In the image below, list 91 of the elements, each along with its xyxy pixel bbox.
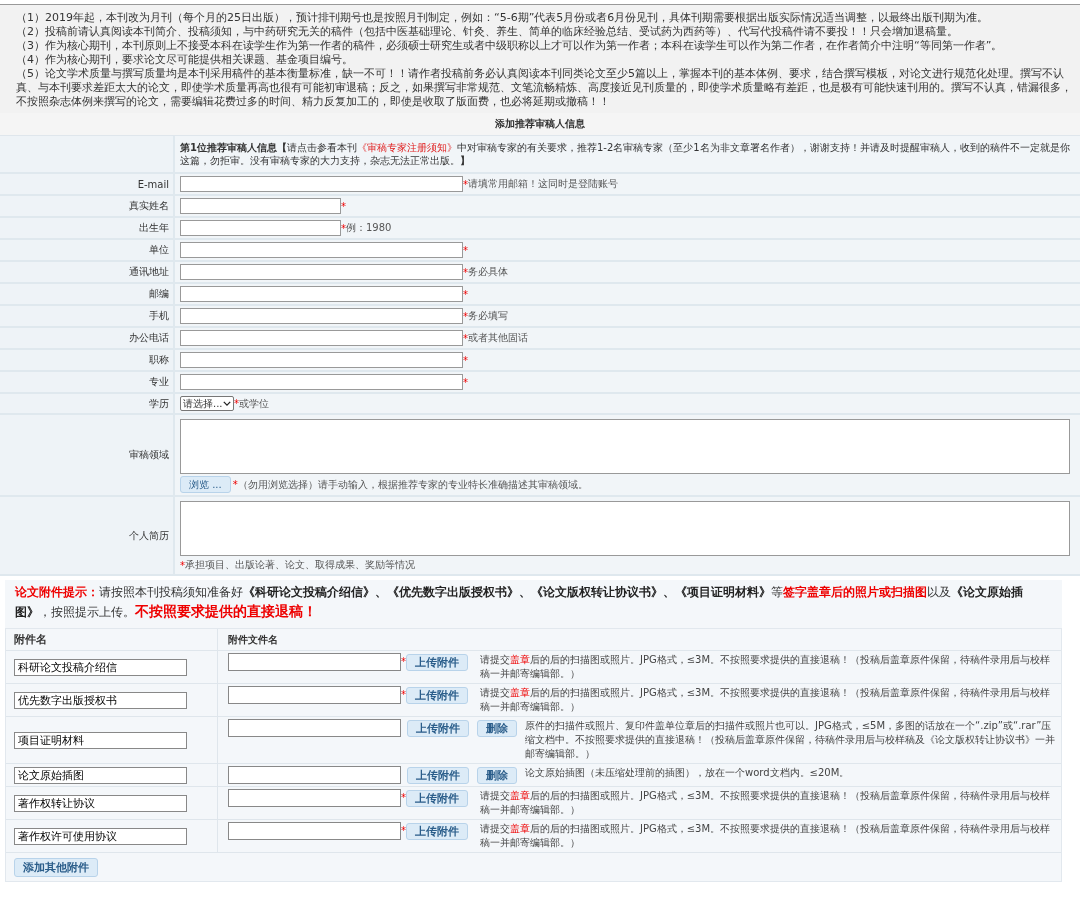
attachment-note: 请提交盖章后的后的扫描图或照片。JPG格式，≤3M。不按照要求提供的直接退稿！（投稿后盖章原件保留，待稿件录用后与校样稿一并邮寄编辑部。） xyxy=(480,822,1052,850)
required-mark: * xyxy=(401,655,406,669)
attachment-note: 请提交盖章后的后的扫描图或照片。JPG格式，≤3M。不按照要求提供的直接退稿！（投稿后盖章原件保留，待稿件录用后与校样稿一并邮寄编辑部。） xyxy=(480,686,1052,714)
input-field[interactable] xyxy=(180,242,463,258)
required-mark: * xyxy=(463,310,468,322)
attachment-name-field[interactable]: 优先数字出版授权书 xyxy=(14,691,187,709)
text-area[interactable] xyxy=(180,419,1070,474)
chevron-icon xyxy=(223,401,231,406)
field-label: 专业 xyxy=(149,375,169,389)
attachment-note: 请提交盖章后的后的扫描图或照片。JPG格式，≤3M。不按照要求提供的直接退稿！（投稿后盖章原件保留，待稿件录用后与校样稿一并邮寄编辑部。） xyxy=(480,789,1052,817)
required-mark: * xyxy=(463,244,468,256)
field-hint: 务必具体 xyxy=(468,265,508,279)
field-label: 审稿领域 xyxy=(129,448,169,462)
input-field[interactable] xyxy=(180,308,463,324)
input-field[interactable] xyxy=(180,352,463,368)
field-hint: 或学位 xyxy=(239,396,269,411)
field-hint: 例：1980 xyxy=(346,221,392,235)
add-attachment-button[interactable]: 添加其他附件 xyxy=(14,858,98,877)
notice-text: （5）论文学术质量与撰写质量均是本刊采用稿件的基本衡量标准，缺一不可！！请作者投稿前务必认真阅读本刊同类论文至少5篇以上，掌握本刊的基本体例、要求，结合撰写模板，对论文进行规范化处理。撰写不认真、与本刊要求差距太大的论文，即使学术质量再高也很有可能初审退稿；反之，如果撰写非常规范、文笔流畅精炼、高度接近见刊质量的，即使学术质量略有差距，也是极有可能快速刊用的。撰写不认真，错漏很多，不按照杂志体例来撰写的论文，需要编辑花费过多的时间、精力反复加工的，即使是收取了版面费，也必将延期或撤稿！！ xyxy=(16,67,1072,109)
input-field[interactable] xyxy=(180,330,463,346)
guide-link[interactable]: 《审稿专家注册须知》 xyxy=(356,142,457,153)
required-mark: * xyxy=(232,479,238,490)
field-hint: 请填常用邮箱！这同时是登陆账号 xyxy=(468,177,618,191)
upload-button[interactable]: 上传附件 xyxy=(406,789,468,807)
file-field[interactable] xyxy=(228,766,401,784)
required-mark: * xyxy=(341,222,346,234)
browse-button[interactable]: 浏览 ... xyxy=(180,476,231,493)
required-mark: * xyxy=(463,376,468,388)
field-hint: （勿用浏览选择）请手动输入，根据推荐专家的专业特长准确描述其审稿领域。 xyxy=(237,477,588,492)
required-mark: * xyxy=(401,688,406,702)
required-mark: * xyxy=(341,200,346,212)
field-label: 办公电话 xyxy=(129,331,169,345)
attachment-name-field[interactable]: 著作权转让协议 xyxy=(14,794,187,812)
file-field[interactable] xyxy=(228,822,401,840)
upload-button[interactable]: 上传附件 xyxy=(406,822,468,840)
intro-text: 第1位推荐审稿人信息【请点击参看本刊《审稿专家注册须知》中对审稿专家的有关要求，推荐1-2名审稿专家（至少1名为非文章署名作者），谢谢支持！并请及时提醒审稿人，收到的稿件不一定就是你这篇，勿拒审。没有审稿专家的大力支持，杂志无法正常出版。】 xyxy=(180,141,1071,168)
field-label: 个人简历 xyxy=(129,528,169,543)
required-mark: * xyxy=(463,266,468,278)
column-header: 附件名 xyxy=(14,632,47,647)
upload-button[interactable]: 上传附件 xyxy=(406,653,468,671)
input-field[interactable] xyxy=(180,198,341,214)
field-label: 通讯地址 xyxy=(129,265,169,279)
notice-text: （4）作为核心期刊，要求论文尽可能提供相关课题、基金项目编号。 xyxy=(16,53,354,67)
field-label: 单位 xyxy=(149,243,169,257)
delete-button[interactable]: 删除 xyxy=(477,766,517,784)
file-field[interactable] xyxy=(228,686,401,704)
field-label: 学历 xyxy=(149,396,169,411)
attachment-note: 请提交盖章后的后的扫描图或照片。JPG格式，≤3M。不按照要求提供的直接退稿！（投稿后盖章原件保留，待稿件录用后与校样稿一并邮寄编辑部。） xyxy=(480,653,1052,681)
field-hint: 务必填写 xyxy=(468,309,508,323)
field-hint: 或者其他固话 xyxy=(468,331,528,345)
attachment-note: 论文原始插图（未压缩处理前的插图），放在一个word文档内。≤20M。 xyxy=(525,766,851,780)
attachment-name-field[interactable]: 项目证明材料 xyxy=(14,731,187,749)
dropdown[interactable]: 请选择... xyxy=(180,396,234,411)
file-field[interactable] xyxy=(228,653,401,671)
notice-text: （1）2019年起，本刊改为月刊（每个月的25日出版），预计排刊期号也是按照月刊制定，例如：“5-6期”代表5月份或者6月份见刊，具体刊期需要根据出版实际情况适当调整，以最终出版刊期为准。 xyxy=(16,11,990,25)
column-header: 附件文件名 xyxy=(228,632,278,647)
upload-button[interactable]: 上传附件 xyxy=(407,719,469,737)
file-field[interactable] xyxy=(228,719,401,737)
upload-button[interactable]: 上传附件 xyxy=(407,766,469,784)
required-mark: * xyxy=(401,791,406,805)
section-title: 添加推荐审稿人信息 xyxy=(0,113,1080,136)
required-mark: * xyxy=(180,559,185,571)
required-mark: * xyxy=(463,288,468,300)
attachment-notice: 论文附件提示：请按照本刊投稿须知准备好《科研论文投稿介绍信》、《优先数字出版授权书》、《论文版权转让协议书》、《项目证明材料》等签字盖章后的照片或扫描图以及《论文原始插图》，按照提示上传。不按照要求提供的直接退稿！ xyxy=(5,580,1062,628)
attachment-name-field[interactable]: 科研论文投稿介绍信 xyxy=(14,658,187,676)
field-label: 出生年 xyxy=(139,221,169,235)
required-mark: * xyxy=(463,354,468,366)
upload-button[interactable]: 上传附件 xyxy=(406,686,468,704)
field-hint: 承担项目、出版论著、论文、取得成果、奖励等情况 xyxy=(185,558,415,572)
input-field[interactable] xyxy=(180,176,463,192)
notice-text: （3）作为核心期刊，本刊原则上不接受本科在读学生作为第一作者的稿件，必须硕士研究生或者中级职称以上才可以作为第一作者；本科在读学生可以作为第二作者，在作者简介中注明“等同第一作者”。 xyxy=(16,39,1004,53)
input-field[interactable] xyxy=(180,264,463,280)
file-field[interactable] xyxy=(228,789,401,807)
field-label: 职称 xyxy=(149,353,169,367)
text-area[interactable] xyxy=(180,501,1070,556)
attachment-note: 原件的扫描件或照片、复印件盖单位章后的扫描件或照片也可以。JPG格式，≤5M，多图的话放在一个“.zip”或“.rar”压缩文档中。不按照要求提供的直接退稿！（投稿后盖章原件保留，待稿件录用后与校样稿及《论文版权转让协议书》一并邮寄编辑部。） xyxy=(525,719,1055,761)
input-field[interactable] xyxy=(180,220,341,236)
required-mark: * xyxy=(401,824,406,838)
input-field[interactable] xyxy=(180,286,463,302)
notice-text: （2）投稿前请认真阅读本刊简介、投稿须知，与中药研究无关的稿件（包括中医基础理论、针灸、养生、简单的临床经验总结、受试药为西药等）、代写代投稿件请不要投！！只会增加退稿量。 xyxy=(16,25,959,39)
field-label: 真实姓名 xyxy=(129,199,169,213)
attachment-name-field[interactable]: 论文原始插图 xyxy=(14,766,187,784)
input-field[interactable] xyxy=(180,374,463,390)
field-label: E-mail xyxy=(137,178,169,190)
attachment-name-field[interactable]: 著作权许可使用协议 xyxy=(14,827,187,845)
field-label: 邮编 xyxy=(149,287,169,301)
required-mark: * xyxy=(463,332,468,344)
required-mark: * xyxy=(463,178,468,190)
delete-button[interactable]: 删除 xyxy=(477,719,517,737)
field-label: 手机 xyxy=(149,309,169,323)
required-mark: * xyxy=(234,398,239,409)
